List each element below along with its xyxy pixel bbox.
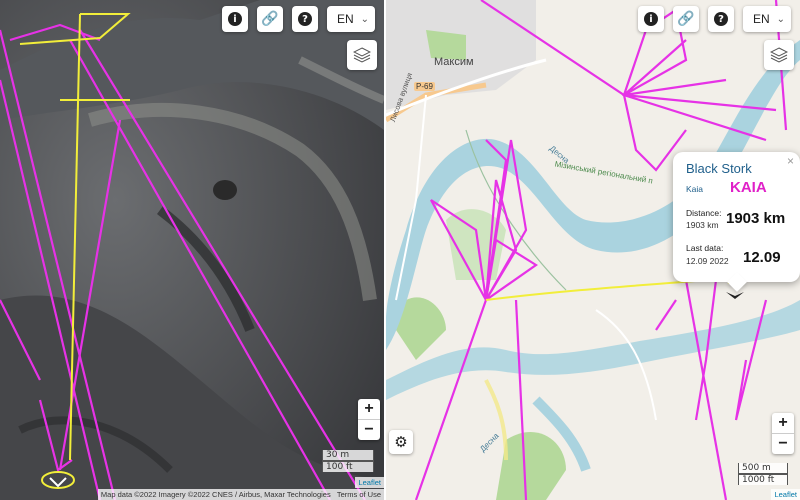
- language-select-right[interactable]: EN ⌄: [743, 6, 791, 32]
- language-value: EN: [337, 12, 354, 26]
- bird-name-small: Kaia: [686, 184, 704, 194]
- last-data-value: 12.09: [743, 249, 781, 266]
- info-button-right[interactable]: i: [638, 6, 664, 32]
- zoom-in-button-right[interactable]: +: [772, 413, 794, 433]
- chevron-down-icon: ⌄: [776, 13, 785, 25]
- scale-bar-right: 500 m 1000 ft: [738, 463, 788, 485]
- link-icon: 🔗: [677, 11, 695, 27]
- scale-metric-right: 500 m: [738, 463, 788, 474]
- layers-button[interactable]: [347, 40, 377, 70]
- language-select[interactable]: EN ⌄: [327, 6, 375, 32]
- bird-info-popup: × Black Stork Kaia KAIA Distance: 1903 k…: [673, 152, 800, 292]
- help-button[interactable]: ?: [292, 6, 318, 32]
- satellite-imagery: [0, 0, 384, 500]
- leaflet-attribution-right: Leaflet: [771, 489, 800, 500]
- scale-metric: 30 m: [322, 450, 374, 461]
- zoom-control-right: + −: [772, 413, 794, 454]
- distance-small: 1903 km: [686, 220, 719, 230]
- terms-link[interactable]: Terms of Use: [337, 490, 381, 499]
- layers-icon: [770, 47, 788, 63]
- info-button[interactable]: i: [222, 6, 248, 32]
- gear-icon: ⚙: [394, 434, 408, 451]
- leaflet-attribution: Leaflet: [355, 477, 384, 488]
- help-icon: ?: [714, 12, 728, 26]
- satellite-map[interactable]: i 🔗 ? EN ⌄ + − 30 m 100 ft Leaflet Map da…: [0, 0, 384, 500]
- settings-button[interactable]: ⚙: [389, 430, 413, 454]
- help-button-right[interactable]: ?: [708, 6, 734, 32]
- scale-imperial-right: 1000 ft: [738, 474, 788, 485]
- info-icon: i: [644, 12, 658, 26]
- distance-label: Distance:: [686, 208, 722, 218]
- link-button-right[interactable]: 🔗: [673, 6, 699, 32]
- layers-button-right[interactable]: [764, 40, 794, 70]
- zoom-out-button-right[interactable]: −: [772, 433, 794, 454]
- zoom-in-button[interactable]: +: [358, 399, 380, 419]
- info-icon: i: [228, 12, 242, 26]
- zoom-control: + −: [358, 399, 380, 440]
- scale-bar: 30 m 100 ft: [322, 450, 374, 472]
- species-name: Black Stork: [686, 161, 752, 176]
- language-value: EN: [753, 12, 770, 26]
- scale-imperial: 100 ft: [322, 461, 374, 472]
- imagery-credit: Map data ©2022 Imagery ©2022 CNES / Airb…: [100, 490, 331, 499]
- bird-name: KAIA: [730, 179, 767, 196]
- left-toolbar: i 🔗 ? EN ⌄: [222, 6, 375, 32]
- last-data-label: Last data:: [686, 243, 724, 253]
- link-button[interactable]: 🔗: [257, 6, 283, 32]
- leaflet-link[interactable]: Leaflet: [358, 478, 381, 487]
- last-data-small: 12.09 2022: [686, 256, 729, 266]
- chevron-down-icon: ⌄: [360, 13, 369, 25]
- zoom-out-button[interactable]: −: [358, 419, 380, 440]
- distance-value: 1903 km: [726, 210, 786, 227]
- bird-marker-icon[interactable]: [726, 292, 744, 299]
- leaflet-link-right[interactable]: Leaflet: [774, 490, 797, 499]
- close-icon[interactable]: ×: [787, 154, 794, 168]
- right-toolbar: i 🔗 ? EN ⌄: [638, 6, 791, 32]
- help-icon: ?: [298, 12, 312, 26]
- imagery-attribution: Map data ©2022 Imagery ©2022 CNES / Airb…: [97, 489, 384, 500]
- road-label: Р-69: [414, 82, 435, 91]
- link-icon: 🔗: [261, 11, 279, 27]
- layers-icon: [353, 47, 371, 63]
- town-label: Максим: [434, 56, 474, 68]
